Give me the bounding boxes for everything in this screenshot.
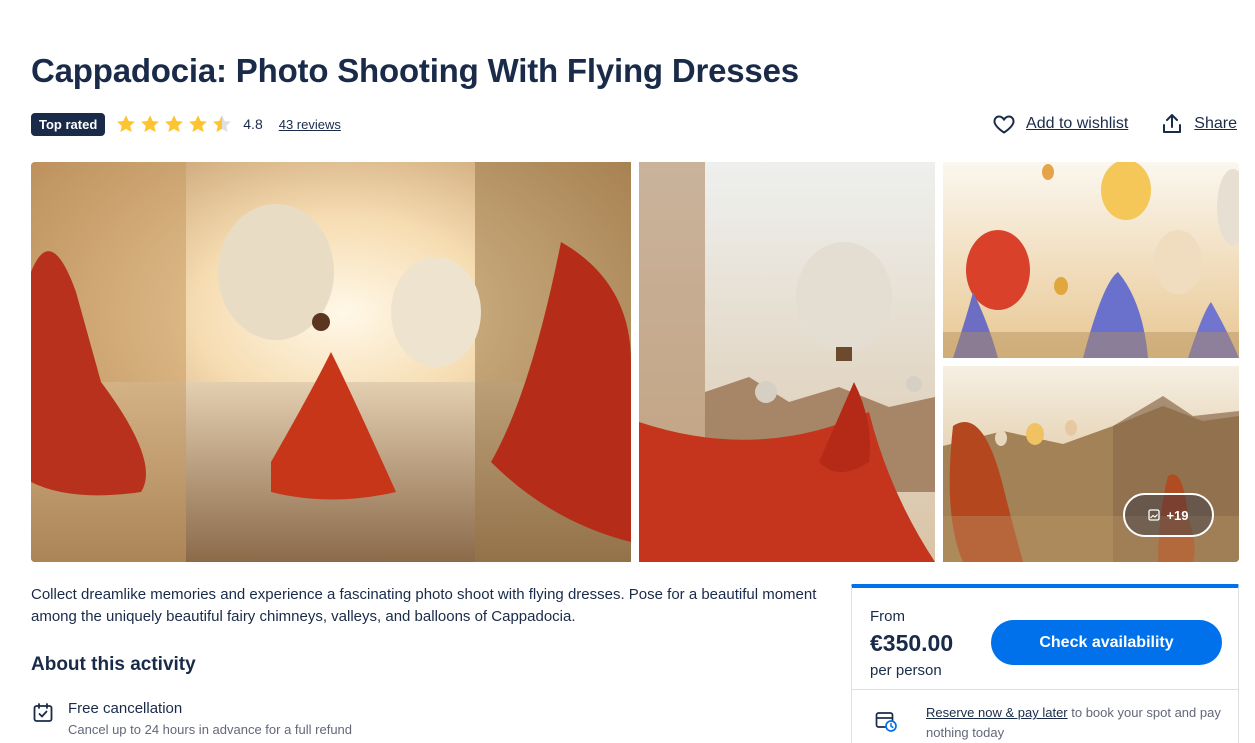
price-from-label: From xyxy=(870,608,905,625)
reserve-now-info: Reserve now & pay later to book your spo… xyxy=(874,703,1221,743)
gallery-image-main[interactable] xyxy=(31,162,631,562)
feature-title: Free cancellation xyxy=(68,700,183,717)
about-heading: About this activity xyxy=(31,654,196,675)
more-photos-count: +19 xyxy=(1166,507,1189,523)
feature-subtitle: Cancel up to 24 hours in advance for a f… xyxy=(68,722,353,737)
star-icon xyxy=(141,115,160,132)
reserve-text: Reserve now & pay later to book your spo… xyxy=(926,703,1221,743)
booking-card: From €350.00 per person Check availabili… xyxy=(851,584,1239,743)
add-to-wishlist-button[interactable]: Add to wishlist xyxy=(992,112,1128,136)
calendar-clock-icon xyxy=(875,712,897,732)
wishlist-label: Add to wishlist xyxy=(1026,115,1129,132)
check-availability-button[interactable]: Check availability xyxy=(991,620,1222,665)
reserve-now-link[interactable]: Reserve now & pay later xyxy=(926,705,1068,720)
price-per-label: per person xyxy=(870,662,942,679)
photo-gallery xyxy=(31,162,1239,562)
star-icon xyxy=(189,115,208,132)
gallery-image-2[interactable] xyxy=(639,162,935,562)
star-rating xyxy=(115,113,235,135)
rating-row: Top rated 4.8 43 reviews xyxy=(31,111,341,137)
photo-red-dress-sunrise xyxy=(31,162,631,562)
activity-description: Collect dreamlike memories and experienc… xyxy=(31,586,817,625)
share-label: Share xyxy=(1194,115,1237,132)
header-actions: Add to wishlist Share xyxy=(992,111,1237,137)
image-icon xyxy=(1148,509,1161,521)
calendar-check-icon xyxy=(33,703,53,722)
top-rated-badge: Top rated xyxy=(31,112,106,136)
share-button[interactable]: Share xyxy=(1160,112,1237,136)
booking-divider xyxy=(852,689,1238,690)
share-icon xyxy=(1163,114,1182,133)
show-more-photos-button[interactable]: +19 xyxy=(1123,493,1214,537)
half-star-icon xyxy=(213,115,232,132)
photo-blue-dress-balloons xyxy=(943,162,1239,358)
star-icon xyxy=(117,115,136,132)
star-icon xyxy=(165,115,184,132)
rating-value: 4.8 xyxy=(243,116,263,132)
feature-free-cancellation: Free cancellation Cancel up to 24 hours … xyxy=(31,700,352,737)
heart-icon xyxy=(993,115,1015,134)
reviews-link[interactable]: 43 reviews xyxy=(279,117,341,132)
gallery-image-3[interactable] xyxy=(943,162,1239,358)
price-value: €350.00 xyxy=(870,630,954,656)
page-title: Cappadocia: Photo Shooting With Flying D… xyxy=(31,52,799,89)
photo-red-dress-balloon xyxy=(639,162,935,562)
